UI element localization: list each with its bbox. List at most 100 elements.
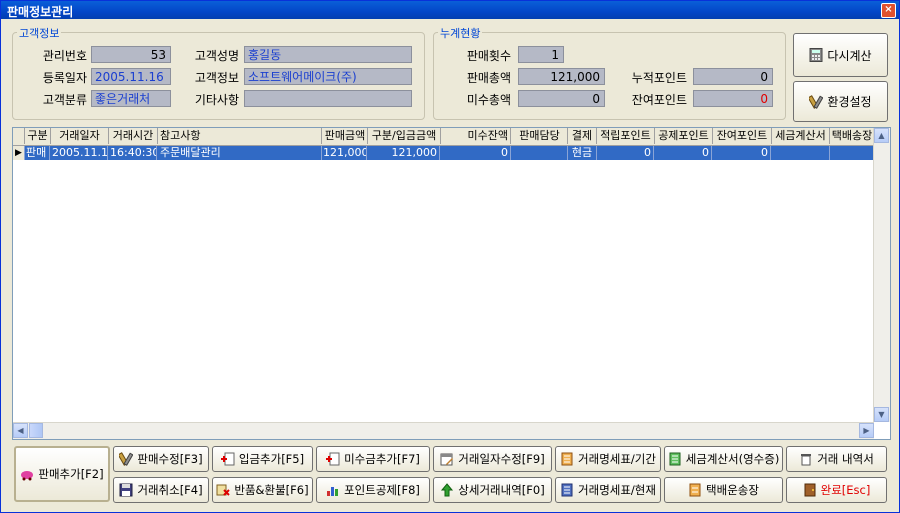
edit-date-button[interactable]: 거래일자수정[F9]	[433, 446, 552, 472]
col-delivery[interactable]: 택배송장	[830, 128, 875, 144]
remain-point-field: 0	[693, 90, 773, 107]
unpaid-label: 미수총액	[466, 93, 511, 107]
col-tax-invoice[interactable]: 세금계산서	[772, 128, 830, 144]
cell-earned-points: 0	[597, 146, 654, 160]
id-field[interactable]: 53	[91, 46, 171, 63]
vertical-scrollbar[interactable]: ▲ ▼	[873, 128, 890, 422]
statement-icon	[560, 483, 574, 497]
col-payment-method[interactable]: 결제	[568, 128, 597, 144]
cell-time: 16:40:30	[110, 146, 157, 160]
scroll-up-icon[interactable]: ▲	[874, 128, 889, 143]
col-manager[interactable]: 판매담당	[512, 128, 568, 144]
accum-point-label: 누적포인트	[631, 71, 687, 85]
add-unpaid-button[interactable]: 미수금추가[F7]	[316, 446, 430, 472]
window-title: 판매정보관리	[7, 5, 74, 19]
table-header: 구분 거래일자 거래시간 참고사항 판매금액 구분/입금금액 미수잔액 판매담당…	[13, 128, 875, 146]
total-label: 판매총액	[466, 71, 511, 85]
cell-date: 2005.11.16	[52, 146, 108, 160]
col-deducted-points[interactable]: 공제포인트	[655, 128, 713, 144]
detail-history-button[interactable]: 상세거래내역[F0]	[433, 477, 552, 503]
total-field: 121,000	[518, 68, 605, 85]
scroll-left-icon[interactable]: ◀	[13, 423, 28, 438]
row-pointer-icon: ▶	[13, 146, 25, 160]
detail-history-label: 상세거래내역[F0]	[458, 483, 545, 497]
col-note[interactable]: 참고사항	[158, 128, 322, 144]
cell-payment-amount: 121,000	[368, 146, 440, 160]
up-arrow-icon	[440, 483, 454, 497]
chart-icon	[326, 483, 340, 497]
statement-current-label: 거래명세표/현재	[578, 483, 656, 497]
col-date[interactable]: 거래일자	[51, 128, 109, 144]
name-label: 고객성명	[194, 49, 239, 63]
sales-info-window: 판매정보관리 × 고객정보 관리번호 53 고객성명 홍길동 등록일자 2005…	[0, 0, 900, 513]
sales-table[interactable]: 구분 거래일자 거래시간 참고사항 판매금액 구분/입금금액 미수잔액 판매담당…	[12, 127, 891, 440]
point-deduct-button[interactable]: 포인트공제[F8]	[316, 477, 430, 503]
history-button[interactable]: 거래 내역서	[786, 446, 887, 472]
delivery-button[interactable]: 택배운송장	[664, 477, 783, 503]
tax-invoice-label: 세금계산서(영수증)	[685, 452, 780, 466]
scroll-down-icon[interactable]: ▼	[874, 407, 889, 422]
return-icon	[216, 483, 231, 497]
add-sale-button[interactable]: 판매추가[F2]	[14, 446, 110, 502]
title-bar[interactable]: 판매정보관리 ×	[1, 1, 899, 19]
col-earned-points[interactable]: 적립포인트	[597, 128, 655, 144]
class-field[interactable]: 좋은거래처	[91, 90, 171, 107]
invoice-icon	[668, 452, 682, 466]
col-sale-amount[interactable]: 판매금액	[323, 128, 368, 144]
col-time[interactable]: 거래시간	[109, 128, 158, 144]
recalc-label: 다시계산	[827, 48, 872, 63]
row-indicator-header	[13, 128, 25, 144]
point-deduct-label: 포인트공제[F8]	[344, 483, 420, 497]
col-unpaid[interactable]: 미수잔액	[441, 128, 511, 144]
statement-current-button[interactable]: 거래명세표/현재	[555, 477, 661, 503]
horizontal-scroll-thumb[interactable]	[29, 423, 43, 438]
trash-icon	[799, 452, 813, 466]
statement-icon	[560, 452, 574, 466]
cell-remaining-points: 0	[713, 146, 771, 160]
accum-point-field: 0	[693, 68, 773, 85]
calendar-edit-icon	[440, 452, 454, 466]
remain-point-label: 잔여포인트	[631, 93, 687, 107]
date-field[interactable]: 2005.11.16	[91, 68, 171, 85]
info-field[interactable]: 소프트웨어메이크(주)	[244, 68, 412, 85]
name-field[interactable]: 홍길동	[244, 46, 412, 63]
delivery-label: 택배운송장	[706, 483, 759, 497]
settings-label: 환경설정	[827, 95, 872, 109]
add-payment-button[interactable]: 입금추가[F5]	[212, 446, 313, 472]
delivery-icon	[688, 483, 702, 497]
history-label: 거래 내역서	[817, 452, 874, 466]
edit-date-label: 거래일자수정[F9]	[458, 452, 545, 466]
col-type[interactable]: 구분	[25, 128, 51, 144]
col-payment-amount[interactable]: 구분/입금금액	[368, 128, 441, 144]
statement-period-label: 거래명세표/기간	[578, 452, 656, 466]
cell-note: 주문배달관리	[158, 146, 322, 160]
settings-button[interactable]: 환경설정	[793, 81, 888, 122]
recalc-button[interactable]: 다시계산	[793, 33, 888, 77]
unpaid-field: 0	[518, 90, 605, 107]
col-remaining-points[interactable]: 잔여포인트	[713, 128, 772, 144]
close-icon[interactable]: ×	[881, 3, 896, 18]
close-label: 완료[Esc]	[820, 483, 871, 497]
cell-type: 판매	[25, 146, 50, 160]
statement-period-button[interactable]: 거래명세표/기간	[555, 446, 661, 472]
table-row[interactable]: ▶ 판매 2005.11.16 16:40:30 주문배달관리 121,000 …	[13, 146, 875, 160]
summary-title: 누계현황	[438, 25, 483, 41]
tools-icon	[807, 94, 824, 109]
scroll-right-icon[interactable]: ▶	[859, 423, 874, 438]
edit-sale-button[interactable]: 판매수정[F3]	[113, 446, 209, 472]
edit-sale-label: 판매수정[F3]	[137, 452, 203, 466]
return-refund-button[interactable]: 반품&환불[F6]	[212, 477, 313, 503]
count-label: 판매횟수	[466, 49, 511, 63]
add-sale-label: 판매추가[F2]	[38, 467, 104, 481]
etc-label: 기타사항	[194, 93, 239, 107]
horizontal-scrollbar[interactable]: ◀ ▶	[13, 422, 874, 439]
cell-payment-method: 현금	[568, 146, 597, 160]
add-payment-label: 입금추가[F5]	[238, 452, 305, 466]
return-refund-label: 반품&환불[F6]	[234, 483, 309, 497]
cancel-sale-label: 거래취소[F4]	[137, 483, 203, 497]
close-button[interactable]: 완료[Esc]	[786, 477, 887, 503]
add-document-icon	[326, 452, 340, 466]
tax-invoice-button[interactable]: 세금계산서(영수증)	[664, 446, 783, 472]
etc-field[interactable]	[244, 90, 412, 107]
cancel-sale-button[interactable]: 거래취소[F4]	[113, 477, 209, 503]
